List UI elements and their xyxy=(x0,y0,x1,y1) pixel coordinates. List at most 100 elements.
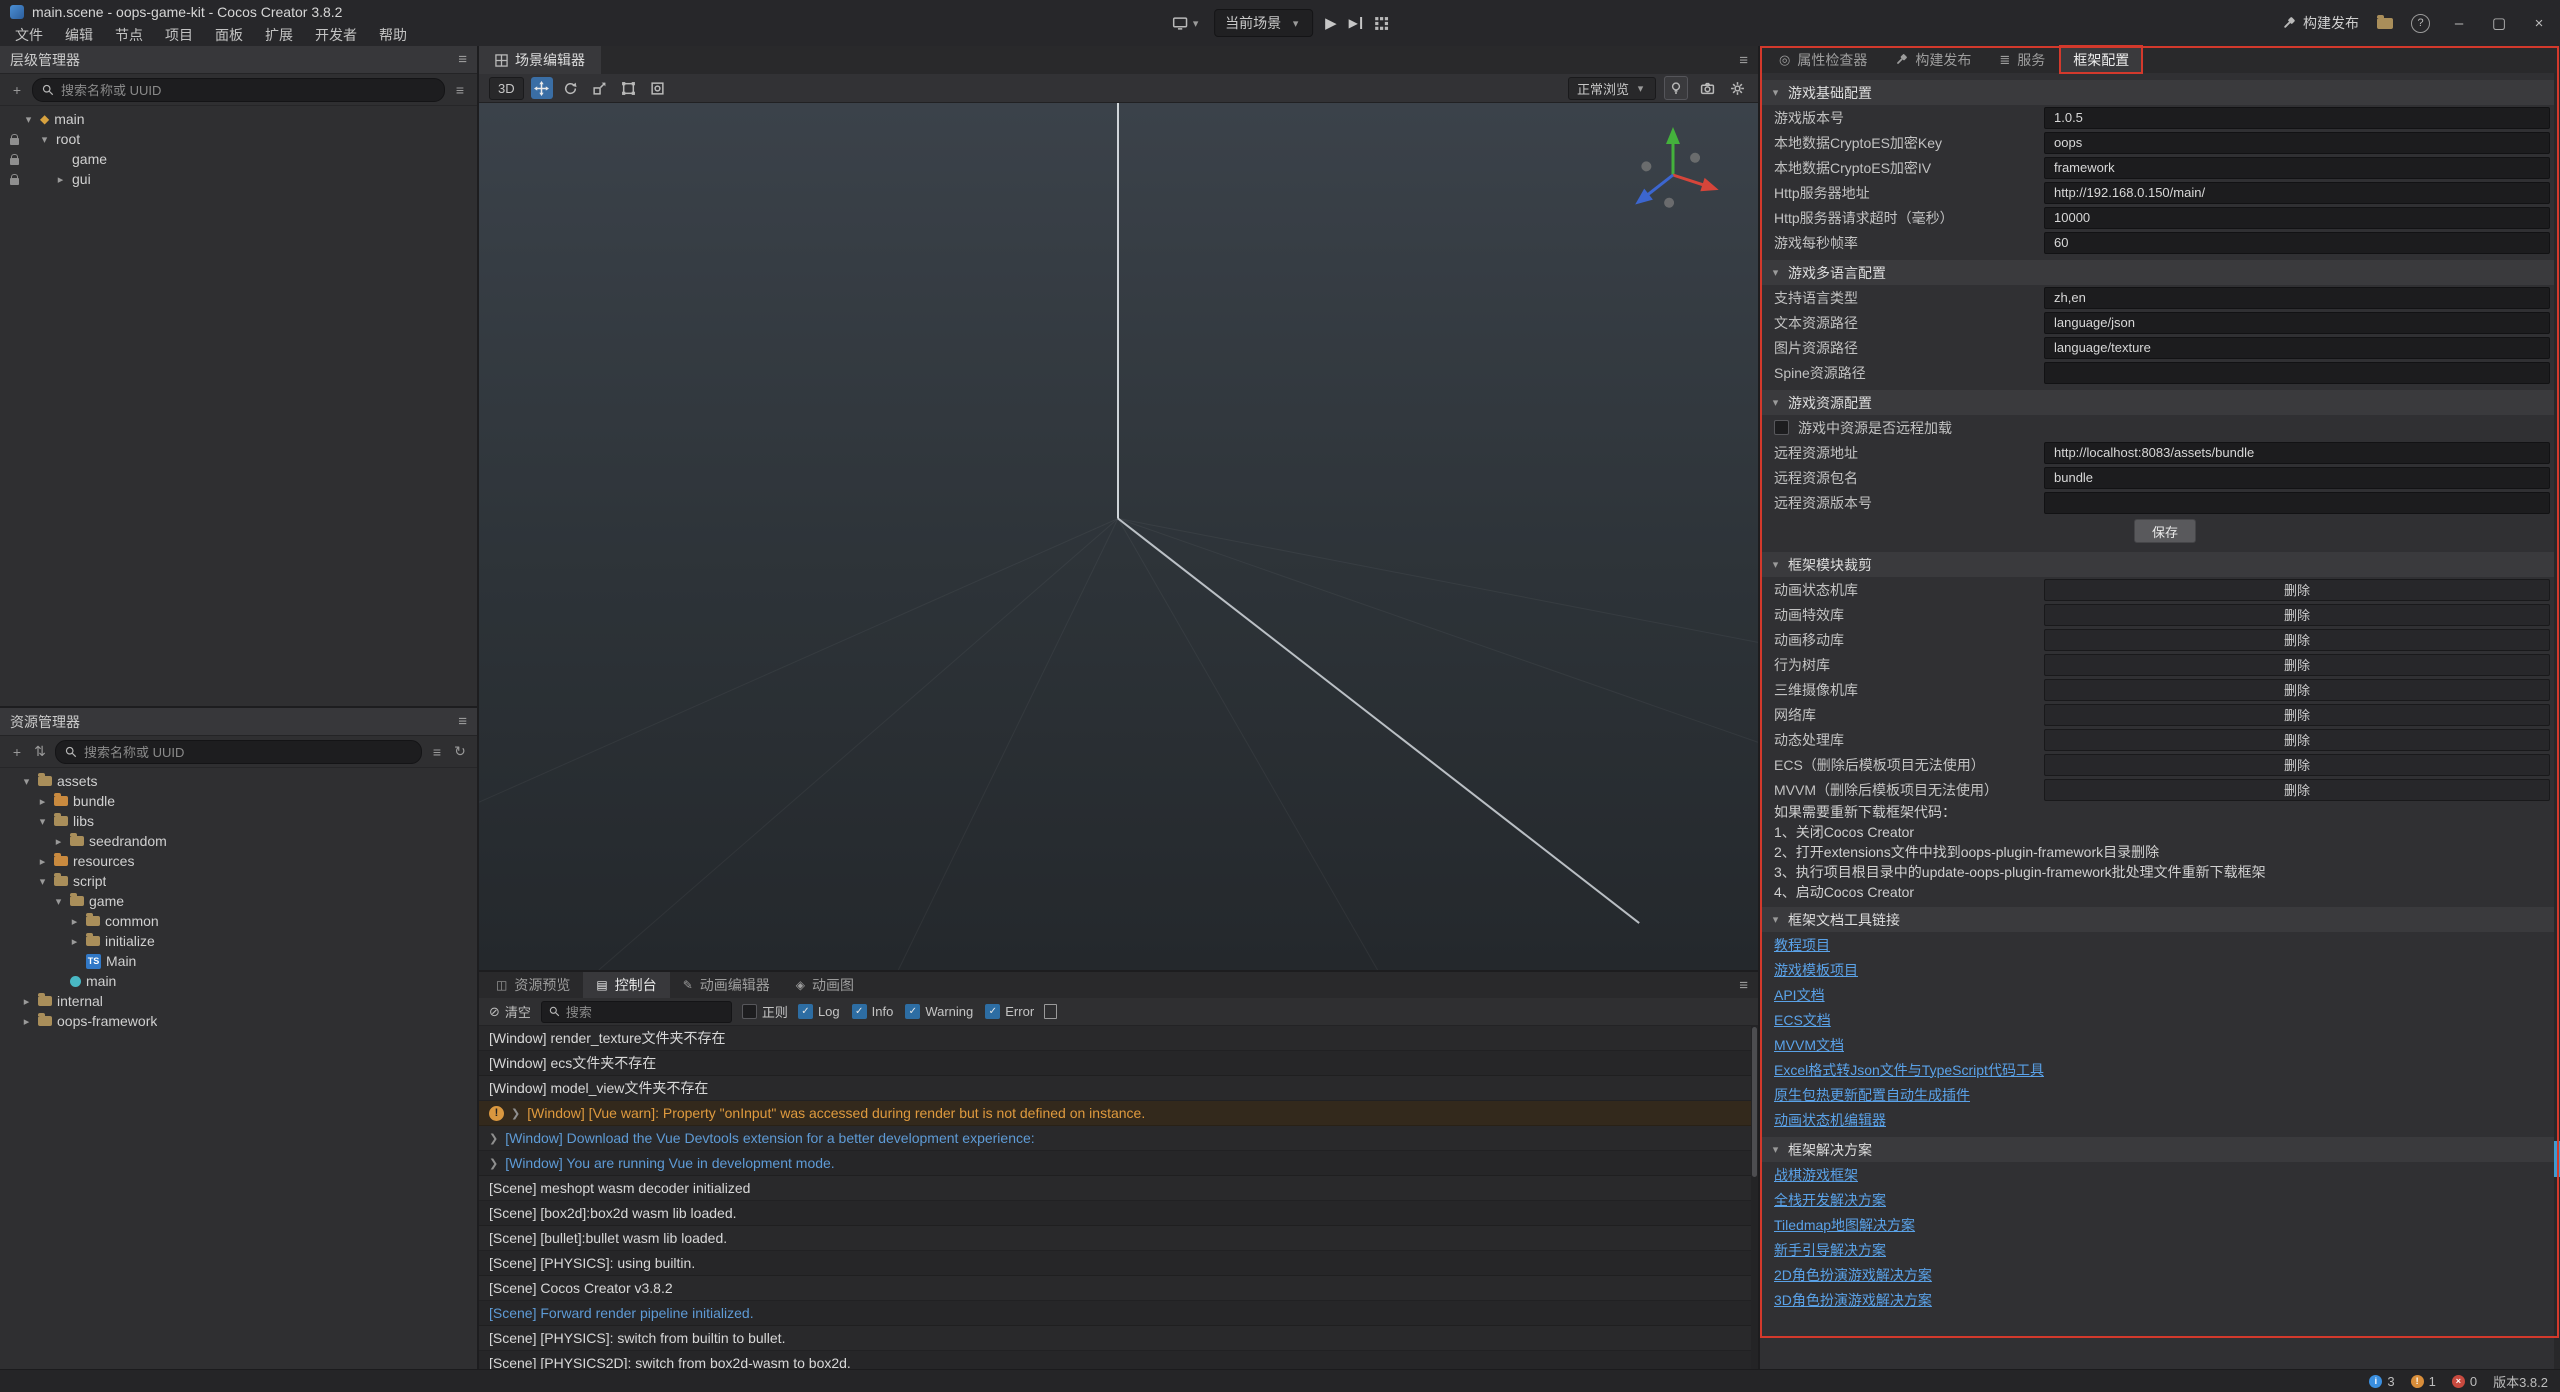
console-search-input[interactable]: 搜索 xyxy=(541,1001,732,1023)
chevron-right-icon[interactable]: ▸ xyxy=(36,795,49,808)
section-solutions[interactable]: ▾ 框架解决方案 xyxy=(1760,1137,2560,1162)
lock-icon[interactable] xyxy=(10,178,19,185)
tab-动画编辑器[interactable]: ✎动画编辑器 xyxy=(670,972,783,998)
external-link[interactable]: 2D角色扮演游戏解决方案 xyxy=(1774,1265,1932,1285)
scene-gear-button[interactable] xyxy=(1726,77,1748,99)
chevron-right-icon[interactable]: ▸ xyxy=(20,995,33,1008)
delete-module-button[interactable]: 删除 xyxy=(2044,679,2550,701)
section-module-trim[interactable]: ▾ 框架模块裁剪 xyxy=(1760,552,2560,577)
menu-帮助[interactable]: 帮助 xyxy=(368,25,418,45)
hierarchy-filter-icon[interactable]: ≡ xyxy=(452,82,468,98)
external-link[interactable]: Excel格式转Json文件与TypeScript代码工具 xyxy=(1774,1060,2044,1080)
property-input[interactable]: 10000 xyxy=(2044,207,2550,229)
console-scrollbar[interactable] xyxy=(1751,1025,1758,1370)
tree-node-resources[interactable]: ▸resources xyxy=(0,851,477,871)
external-link[interactable]: 原生包热更新配置自动生成插件 xyxy=(1774,1085,1970,1105)
chevron-down-icon[interactable]: ▾ xyxy=(36,875,49,888)
preview-target-button[interactable]: ▾ xyxy=(1171,16,1202,31)
play-button[interactable]: ▶ xyxy=(1325,14,1337,32)
move-tool-button[interactable] xyxy=(531,77,553,99)
panel-menu-icon[interactable]: ≡ xyxy=(458,51,467,68)
external-link[interactable]: 动画状态机编辑器 xyxy=(1774,1110,1886,1130)
external-link[interactable]: 游戏模板项目 xyxy=(1774,960,1858,980)
external-link[interactable]: 战棋游戏框架 xyxy=(1774,1165,1858,1185)
log-row[interactable]: ❯[Window] Download the Vue Devtools exte… xyxy=(479,1126,1758,1151)
regex-checkbox[interactable]: 正则 xyxy=(742,1002,788,1021)
tree-node-common[interactable]: ▸common xyxy=(0,911,477,931)
tree-node-root[interactable]: ▾root xyxy=(0,129,477,149)
tab-服务[interactable]: ≣服务 xyxy=(1986,46,2058,73)
assets-filter-icon[interactable]: ≡ xyxy=(429,744,445,760)
scale-tool-button[interactable] xyxy=(589,77,611,99)
tree-node-oops-framework[interactable]: ▸oops-framework xyxy=(0,1011,477,1031)
chevron-right-icon[interactable]: ▸ xyxy=(68,935,81,948)
property-input[interactable]: http://localhost:8083/assets/bundle xyxy=(2044,442,2550,464)
delete-module-button[interactable]: 删除 xyxy=(2044,729,2550,751)
log-row[interactable]: [Window] model_view文件夹不存在 xyxy=(479,1076,1758,1101)
tab-构建发布[interactable]: 构建发布 xyxy=(1882,46,1984,73)
external-link[interactable]: API文档 xyxy=(1774,985,1825,1005)
filter-info[interactable]: ✓Info xyxy=(852,1004,894,1019)
sort-assets-icon[interactable]: ⇅ xyxy=(32,743,48,760)
log-row[interactable]: [Scene] Cocos Creator v3.8.2 xyxy=(479,1276,1758,1301)
tab-资源预览[interactable]: ◫资源预览 xyxy=(483,972,583,998)
log-row[interactable]: [Scene] [PHYSICS2D]: switch from box2d-w… xyxy=(479,1351,1758,1370)
remote-load-checkbox[interactable]: 游戏中资源是否远程加载 xyxy=(1760,415,2560,440)
chevron-right-icon[interactable]: ▸ xyxy=(54,173,67,186)
camera-settings-button[interactable] xyxy=(1696,77,1718,99)
filter-error[interactable]: ✓Error xyxy=(985,1004,1034,1019)
log-row[interactable]: [Scene] [bullet]:bullet wasm lib loaded. xyxy=(479,1226,1758,1251)
section-doc-links[interactable]: ▾ 框架文档工具链接 xyxy=(1760,907,2560,932)
log-row[interactable]: [Scene] [PHYSICS]: switch from builtin t… xyxy=(479,1326,1758,1351)
chevron-right-icon[interactable]: ▸ xyxy=(68,915,81,928)
log-row[interactable]: ❯[Window] You are running Vue in develop… xyxy=(479,1151,1758,1176)
scrollbar-thumb[interactable] xyxy=(2554,1141,2560,1177)
panel-menu-icon[interactable]: ≡ xyxy=(458,713,467,730)
chevron-down-icon[interactable]: ▾ xyxy=(52,895,65,908)
build-publish-button[interactable]: 构建发布 xyxy=(2282,13,2359,33)
property-input[interactable] xyxy=(2044,492,2550,514)
delete-module-button[interactable]: 删除 xyxy=(2044,779,2550,801)
filter-log[interactable]: ✓Log xyxy=(798,1004,840,1019)
property-input[interactable] xyxy=(2044,362,2550,384)
tree-node-initialize[interactable]: ▸initialize xyxy=(0,931,477,951)
delete-module-button[interactable]: 删除 xyxy=(2044,604,2550,626)
section-language-config[interactable]: ▾ 游戏多语言配置 xyxy=(1760,260,2560,285)
tab-框架配置[interactable]: 框架配置 xyxy=(2060,46,2142,73)
maximize-button[interactable]: ▢ xyxy=(2488,14,2510,32)
external-link[interactable]: Tiledmap地图解决方案 xyxy=(1774,1215,1915,1235)
tree-node-script[interactable]: ▾script xyxy=(0,871,477,891)
tab-scene-editor[interactable]: 场景编辑器 xyxy=(479,46,601,74)
save-button[interactable]: 保存 xyxy=(2134,519,2196,543)
tab-动画图[interactable]: ◈动画图 xyxy=(783,972,867,998)
section-basic-config[interactable]: ▾ 游戏基础配置 xyxy=(1760,80,2560,105)
chevron-down-icon[interactable]: ▾ xyxy=(20,775,33,788)
chevron-right-icon[interactable]: ▸ xyxy=(52,835,65,848)
tab-属性检查器[interactable]: ◎属性检查器 xyxy=(1766,46,1880,73)
view-mode-select[interactable]: 正常浏览 ▾ xyxy=(1568,77,1656,100)
menu-项目[interactable]: 项目 xyxy=(154,25,204,45)
property-input[interactable]: language/json xyxy=(2044,312,2550,334)
rotate-tool-button[interactable] xyxy=(560,77,582,99)
external-link[interactable]: 全栈开发解决方案 xyxy=(1774,1190,1886,1210)
filter-warning[interactable]: ✓Warning xyxy=(905,1004,973,1019)
panel-menu-icon[interactable]: ≡ xyxy=(1739,52,1748,69)
external-link[interactable]: 教程项目 xyxy=(1774,935,1830,955)
dimension-toggle[interactable]: 3D xyxy=(489,77,524,100)
tree-node-main[interactable]: ▸main xyxy=(0,971,477,991)
refresh-assets-icon[interactable]: ↻ xyxy=(452,743,468,760)
inspector-scrollbar[interactable] xyxy=(2554,73,2560,1370)
tree-node-main[interactable]: ▾◆main xyxy=(0,109,477,129)
log-row[interactable]: [Scene] Forward render pipeline initiali… xyxy=(479,1301,1758,1326)
delete-module-button[interactable]: 删除 xyxy=(2044,704,2550,726)
chevron-down-icon[interactable]: ▾ xyxy=(22,113,35,126)
property-input[interactable]: zh,en xyxy=(2044,287,2550,309)
property-input[interactable]: bundle xyxy=(2044,467,2550,489)
orientation-gizmo[interactable] xyxy=(1618,117,1728,227)
help-icon[interactable]: ? xyxy=(2411,14,2430,33)
lock-icon[interactable] xyxy=(10,138,19,145)
close-button[interactable]: × xyxy=(2528,15,2550,32)
external-link[interactable]: MVVM文档 xyxy=(1774,1035,1844,1055)
open-project-folder-icon[interactable] xyxy=(2377,18,2393,29)
tree-node-internal[interactable]: ▸internal xyxy=(0,991,477,1011)
